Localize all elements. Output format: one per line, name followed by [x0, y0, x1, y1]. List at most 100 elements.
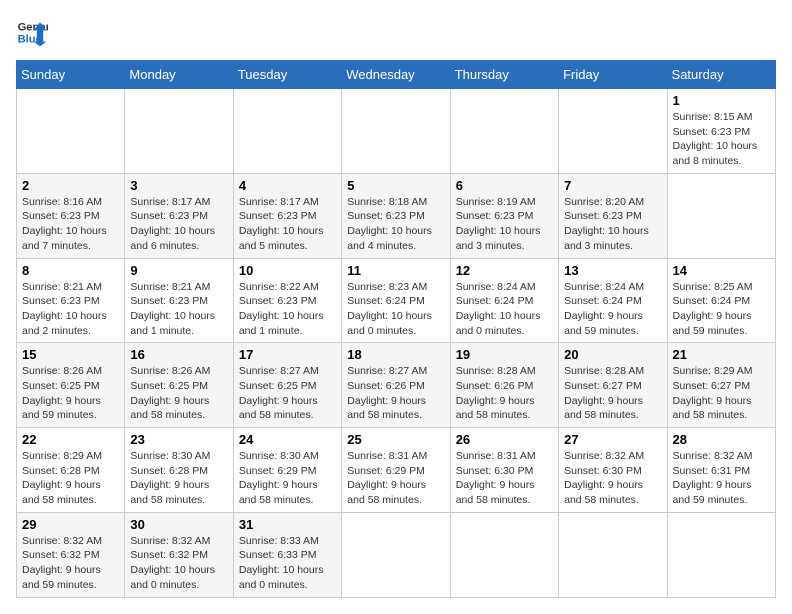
calendar-day-cell: 1Sunrise: 8:15 AMSunset: 6:23 PMDaylight… [667, 89, 775, 174]
calendar-week-row: 8Sunrise: 8:21 AMSunset: 6:23 PMDaylight… [17, 258, 776, 343]
day-info: Sunrise: 8:24 AMSunset: 6:24 PMDaylight:… [564, 281, 644, 337]
day-info: Sunrise: 8:17 AMSunset: 6:23 PMDaylight:… [239, 196, 324, 252]
calendar-day-cell: 26 Sunrise: 8:31 AMSunset: 6:30 PMDayligh… [450, 428, 558, 513]
calendar-day-cell: 15Sunrise: 8:26 AMSunset: 6:25 PMDayligh… [17, 343, 125, 428]
day-info: Sunrise: 8:25 AMSunset: 6:24 PMDaylight:… [673, 281, 753, 337]
day-number: 2 [22, 178, 119, 193]
calendar-day-cell: 27 Sunrise: 8:32 AMSunset: 6:30 PMDayligh… [559, 428, 667, 513]
day-number: 7 [564, 178, 661, 193]
day-header-thursday: Thursday [450, 61, 558, 89]
day-header-tuesday: Tuesday [233, 61, 341, 89]
day-info: Sunrise: 8:28 AMSunset: 6:27 PMDaylight:… [564, 365, 644, 421]
calendar-day-cell: 23 Sunrise: 8:30 AMSunset: 6:28 PMDayligh… [125, 428, 233, 513]
day-number: 12 [456, 263, 553, 278]
empty-cell [17, 89, 125, 174]
calendar-day-cell: 16Sunrise: 8:26 AMSunset: 6:25 PMDayligh… [125, 343, 233, 428]
empty-cell [559, 89, 667, 174]
day-number: 13 [564, 263, 661, 278]
calendar-week-row: 1Sunrise: 8:15 AMSunset: 6:23 PMDaylight… [17, 89, 776, 174]
calendar-day-cell: 9Sunrise: 8:21 AMSunset: 6:23 PMDaylight… [125, 258, 233, 343]
day-info: Sunrise: 8:29 AMSunset: 6:28 PMDaylight:… [22, 450, 102, 506]
empty-cell [450, 512, 558, 597]
empty-cell [342, 512, 450, 597]
day-info: Sunrise: 8:24 AMSunset: 6:24 PMDaylight:… [456, 281, 541, 337]
day-info: Sunrise: 8:32 AMSunset: 6:31 PMDaylight:… [673, 450, 753, 506]
empty-cell [450, 89, 558, 174]
day-header-sunday: Sunday [17, 61, 125, 89]
day-number: 19 [456, 347, 553, 362]
calendar-day-cell: 11Sunrise: 8:23 AMSunset: 6:24 PMDayligh… [342, 258, 450, 343]
day-info: Sunrise: 8:33 AMSunset: 6:33 PMDaylight:… [239, 535, 324, 591]
day-info: Sunrise: 8:30 AMSunset: 6:29 PMDaylight:… [239, 450, 319, 506]
calendar-day-cell: 29Sunrise: 8:32 AMSunset: 6:32 PMDayligh… [17, 512, 125, 597]
calendar-day-cell: 5Sunrise: 8:18 AMSunset: 6:23 PMDaylight… [342, 173, 450, 258]
calendar-day-cell: 2 Sunrise: 8:16 AMSunset: 6:23 PMDaylight… [17, 173, 125, 258]
day-info: Sunrise: 8:29 AMSunset: 6:27 PMDaylight:… [673, 365, 753, 421]
day-info: Sunrise: 8:28 AMSunset: 6:26 PMDaylight:… [456, 365, 536, 421]
empty-cell [667, 512, 775, 597]
day-number: 11 [347, 263, 444, 278]
calendar-day-cell: 22Sunrise: 8:29 AMSunset: 6:28 PMDayligh… [17, 428, 125, 513]
day-number: 3 [130, 178, 227, 193]
day-info: Sunrise: 8:22 AMSunset: 6:23 PMDaylight:… [239, 281, 324, 337]
day-info: Sunrise: 8:30 AMSunset: 6:28 PMDaylight:… [130, 450, 210, 506]
calendar-day-cell: 8Sunrise: 8:21 AMSunset: 6:23 PMDaylight… [17, 258, 125, 343]
day-number: 29 [22, 517, 119, 532]
day-number: 20 [564, 347, 661, 362]
calendar-day-cell: 3 Sunrise: 8:17 AMSunset: 6:23 PMDaylight… [125, 173, 233, 258]
day-number: 23 [130, 432, 227, 447]
calendar-day-cell: 30 Sunrise: 8:32 AMSunset: 6:32 PMDayligh… [125, 512, 233, 597]
day-info: Sunrise: 8:27 AMSunset: 6:26 PMDaylight:… [347, 365, 427, 421]
calendar-day-cell: 13 Sunrise: 8:24 AMSunset: 6:24 PMDayligh… [559, 258, 667, 343]
day-info: Sunrise: 8:26 AMSunset: 6:25 PMDaylight:… [130, 365, 210, 421]
empty-cell [125, 89, 233, 174]
day-number: 30 [130, 517, 227, 532]
calendar-day-cell: 10 Sunrise: 8:22 AMSunset: 6:23 PMDayligh… [233, 258, 341, 343]
empty-cell [342, 89, 450, 174]
day-number: 25 [347, 432, 444, 447]
calendar-week-row: 15 Sunrise: 8:26 AMSunset: 6:25 PMDayligh… [17, 343, 776, 428]
day-info: Sunrise: 8:32 AMSunset: 6:32 PMDaylight:… [130, 535, 215, 591]
calendar-day-cell: 17Sunrise: 8:27 AMSunset: 6:25 PMDayligh… [233, 343, 341, 428]
day-number: 31 [239, 517, 336, 532]
calendar-day-cell: 4 Sunrise: 8:17 AMSunset: 6:23 PMDaylight… [233, 173, 341, 258]
calendar-week-row: 2 Sunrise: 8:16 AMSunset: 6:23 PMDaylight… [17, 173, 776, 258]
calendar-day-cell: 19 Sunrise: 8:28 AMSunset: 6:26 PMDayligh… [450, 343, 558, 428]
calendar-day-cell: 20 Sunrise: 8:28 AMSunset: 6:27 PMDayligh… [559, 343, 667, 428]
calendar-day-cell: 28Sunrise: 8:32 AMSunset: 6:31 PMDayligh… [667, 428, 775, 513]
calendar-day-cell: 31 Sunrise: 8:33 AMSunset: 6:33 PMDayligh… [233, 512, 341, 597]
page-header: General Blue [16, 16, 776, 48]
day-info: Sunrise: 8:16 AMSunset: 6:23 PMDaylight:… [22, 196, 107, 252]
calendar-day-cell: 14Sunrise: 8:25 AMSunset: 6:24 PMDayligh… [667, 258, 775, 343]
day-number: 8 [22, 263, 119, 278]
day-number: 9 [130, 263, 227, 278]
calendar: SundayMondayTuesdayWednesdayThursdayFrid… [16, 60, 776, 598]
day-number: 26 [456, 432, 553, 447]
calendar-day-cell: 12 Sunrise: 8:24 AMSunset: 6:24 PMDayligh… [450, 258, 558, 343]
day-header-saturday: Saturday [667, 61, 775, 89]
day-header-friday: Friday [559, 61, 667, 89]
empty-cell [233, 89, 341, 174]
logo-icon: General Blue [16, 16, 48, 48]
logo: General Blue [16, 16, 48, 48]
day-number: 4 [239, 178, 336, 193]
day-info: Sunrise: 8:32 AMSunset: 6:30 PMDaylight:… [564, 450, 644, 506]
day-info: Sunrise: 8:18 AMSunset: 6:23 PMDaylight:… [347, 196, 432, 252]
day-header-monday: Monday [125, 61, 233, 89]
day-number: 1 [673, 93, 770, 108]
day-number: 15 [22, 347, 119, 362]
calendar-day-cell: 18 Sunrise: 8:27 AMSunset: 6:26 PMDayligh… [342, 343, 450, 428]
day-info: Sunrise: 8:27 AMSunset: 6:25 PMDaylight:… [239, 365, 319, 421]
calendar-day-cell: 6Sunrise: 8:19 AMSunset: 6:23 PMDaylight… [450, 173, 558, 258]
day-header-wednesday: Wednesday [342, 61, 450, 89]
day-number: 27 [564, 432, 661, 447]
calendar-header-row: SundayMondayTuesdayWednesdayThursdayFrid… [17, 61, 776, 89]
day-info: Sunrise: 8:17 AMSunset: 6:23 PMDaylight:… [130, 196, 215, 252]
calendar-day-cell: 24 Sunrise: 8:30 AMSunset: 6:29 PMDayligh… [233, 428, 341, 513]
day-number: 18 [347, 347, 444, 362]
empty-cell [559, 512, 667, 597]
day-info: Sunrise: 8:31 AMSunset: 6:29 PMDaylight:… [347, 450, 427, 506]
day-number: 10 [239, 263, 336, 278]
day-info: Sunrise: 8:31 AMSunset: 6:30 PMDaylight:… [456, 450, 536, 506]
day-number: 24 [239, 432, 336, 447]
